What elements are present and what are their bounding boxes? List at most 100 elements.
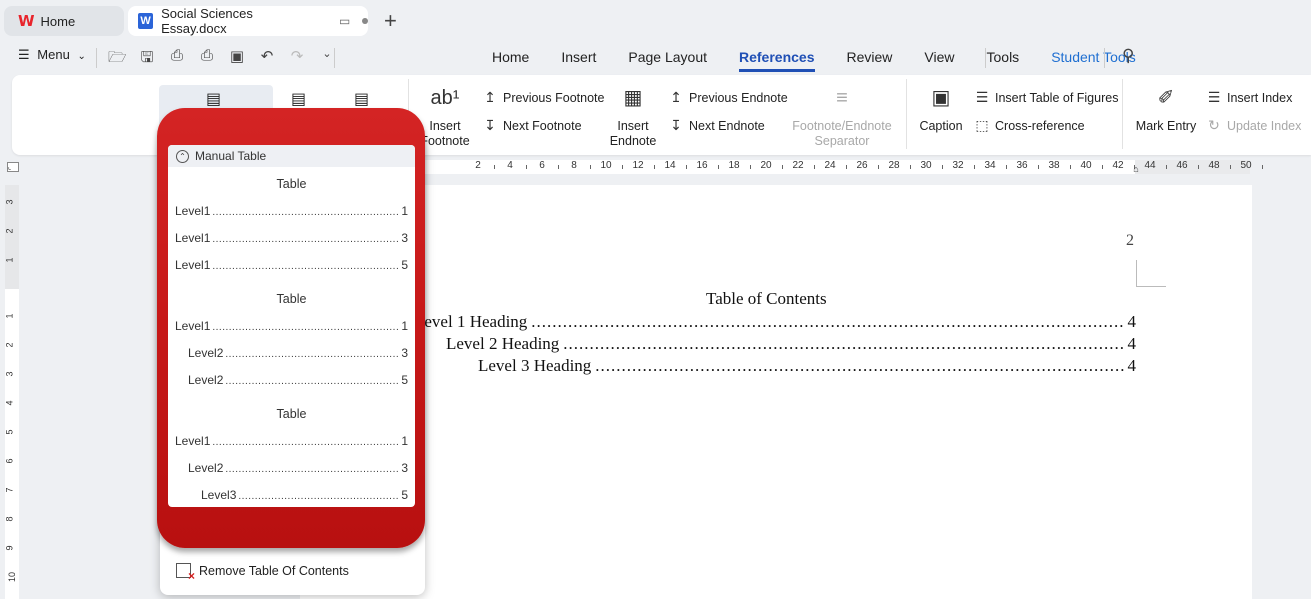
manual-table-header: ⌃ Manual Table: [168, 145, 415, 167]
page-number: 2: [1126, 232, 1134, 249]
ruler-tick: [1198, 165, 1199, 169]
toc-leader: [531, 312, 1123, 332]
toc-style-option-entry[interactable]: Level1 1: [175, 434, 408, 448]
print-icon[interactable]: ⎙: [198, 47, 216, 72]
tab-view[interactable]: View: [924, 49, 954, 72]
manual-table-label: Manual Table: [195, 149, 267, 163]
toc-line-level-3[interactable]: Level 3 Heading 4: [478, 356, 1136, 376]
redo-icon[interactable]: ↷: [288, 47, 306, 72]
search-icon[interactable]: ⚲: [1122, 46, 1134, 66]
text-level-icon[interactable]: ▤: [291, 89, 306, 109]
entry-label: Level1: [175, 204, 211, 218]
ruler-tick: [1070, 165, 1071, 169]
caption-button[interactable]: ▣ Caption: [918, 88, 964, 134]
menu-button[interactable]: ☰ Menu ⌄: [18, 47, 86, 63]
toc-style-option-entry[interactable]: Level2 3: [188, 461, 408, 475]
document-page[interactable]: 2 Table of Contents Level 1 Heading 4 Le…: [300, 185, 1252, 599]
menu-row: ☰ Menu ⌄ 🗁 🖫 ⎙ ⎙ ▣ ↶ ↷ ⌄ Home Insert Pag…: [0, 42, 1311, 72]
toc-style-option-entry[interactable]: Level2 5: [188, 373, 408, 387]
toc-style-option-entry[interactable]: Level3 5: [201, 488, 408, 502]
tab-tools[interactable]: Tools: [987, 49, 1020, 72]
update-table-icon[interactable]: ▤: [354, 89, 369, 109]
right-indent-marker-icon[interactable]: ⌂: [1133, 164, 1138, 174]
ruler-tick-label: 3: [4, 199, 15, 205]
tab-home[interactable]: W Home: [4, 6, 124, 36]
previous-endnote-button[interactable]: ↥ Previous Endnote: [668, 89, 788, 106]
next-footnote-label: Next Footnote: [503, 118, 582, 133]
insert-index-button[interactable]: ☰ Insert Index: [1206, 89, 1293, 106]
entry-page: 1: [401, 319, 408, 333]
divider: [334, 48, 335, 68]
toc-style-option-entry[interactable]: Level1 5: [175, 258, 408, 272]
insert-table-of-figures-button[interactable]: ☰ Insert Table of Figures: [974, 89, 1119, 106]
ruler-corner-tab-selector[interactable]: ⌞: [7, 162, 19, 172]
tab-page-layout[interactable]: Page Layout: [628, 49, 707, 72]
update-index-button[interactable]: ↻ Update Index: [1206, 117, 1301, 134]
table-of-contents-icon[interactable]: ▤: [206, 89, 221, 109]
cross-reference-button[interactable]: ⬚ Cross-reference: [974, 117, 1084, 134]
ruler-tick-label: 26: [856, 160, 868, 171]
tab-home-ribbon[interactable]: Home: [492, 49, 529, 72]
toc-line-level-1[interactable]: Level 1 Heading 4: [414, 312, 1136, 332]
monitor-icon[interactable]: ▭: [339, 14, 350, 28]
insert-endnote-button[interactable]: ▦ Insert Endnote: [608, 88, 658, 149]
entry-page: 5: [401, 488, 408, 502]
open-folder-icon[interactable]: 🗁: [108, 47, 127, 72]
ruler-tick: [1230, 165, 1231, 169]
entry-page: 1: [401, 204, 408, 218]
ruler-tick-label: 20: [760, 160, 772, 171]
previous-endnote-icon: ↥: [670, 89, 682, 105]
new-tab-button[interactable]: +: [384, 8, 397, 34]
ruler-tick-label: 30: [920, 160, 932, 171]
next-footnote-button[interactable]: ↧ Next Footnote: [482, 117, 582, 134]
toc-style-option-entry[interactable]: Level1 3: [175, 231, 408, 245]
entry-label: Level1: [175, 258, 211, 272]
footnote-separator-button[interactable]: ≡ Footnote/Endnote Separator: [790, 88, 894, 149]
divider: [1104, 48, 1105, 68]
mark-entry-button[interactable]: ✐ Mark Entry: [1134, 87, 1198, 134]
tab-insert[interactable]: Insert: [561, 49, 596, 72]
tab-document[interactable]: W Social Sciences Essay.docx ▭: [128, 6, 369, 36]
ruler-tick-label: 3: [4, 371, 15, 377]
ruler-tick-label: 50: [1240, 160, 1252, 171]
undo-icon[interactable]: ↶: [258, 47, 276, 72]
unsaved-dot-icon[interactable]: [362, 18, 369, 24]
update-index-icon: ↻: [1208, 117, 1220, 133]
entry-page: 5: [401, 373, 408, 387]
vertical-ruler[interactable]: 3 2 1 1 2 3 4 5 6 7 8 9 10: [5, 185, 19, 599]
toc-line-page: 4: [1127, 356, 1137, 375]
divider: [985, 48, 986, 68]
ruler-tick: [782, 165, 783, 169]
entry-leader: [212, 322, 399, 333]
save-icon[interactable]: 🖫: [138, 47, 156, 72]
insert-footnote-button[interactable]: ab¹ Insert Footnote: [420, 87, 470, 149]
footnote-icon: ab¹: [430, 87, 460, 109]
toc-style-option-entry[interactable]: Level1 1: [175, 204, 408, 218]
previous-footnote-label: Previous Footnote: [503, 90, 605, 105]
toc-style-option-entry[interactable]: Level2 3: [188, 346, 408, 360]
next-endnote-label: Next Endnote: [689, 118, 765, 133]
ruler-tick: [1262, 165, 1263, 169]
ruler-tick-label: 42: [1112, 160, 1124, 171]
previous-footnote-button[interactable]: ↥ Previous Footnote: [482, 89, 604, 106]
entry-label: Level2: [188, 373, 224, 387]
insert-table-of-figures-label: Insert Table of Figures: [995, 90, 1119, 105]
toc-style-option-title[interactable]: Table: [168, 292, 415, 306]
ruler-tick: [590, 165, 591, 169]
tab-references[interactable]: References: [739, 49, 815, 72]
ruler-tick-label: 38: [1048, 160, 1060, 171]
ruler-tick-label: 32: [952, 160, 964, 171]
toc-style-option-title[interactable]: Table: [168, 407, 415, 421]
toc-line-level-2[interactable]: Level 2 Heading 4: [446, 334, 1136, 354]
export-icon[interactable]: ⎙: [168, 47, 186, 72]
ruler-tick-label: 2: [4, 342, 15, 348]
next-endnote-button[interactable]: ↧ Next Endnote: [668, 117, 765, 134]
mark-entry-icon: ✐: [1157, 87, 1175, 109]
print-preview-icon[interactable]: ▣: [228, 47, 246, 72]
horizontal-ruler[interactable]: 2 4 6 8 10 12 14 16 18 20 22 24 26 28 30 32 34 36 38 40 42 44…: [410, 160, 1263, 174]
toc-style-option-entry[interactable]: Level1 1: [175, 319, 408, 333]
toc-style-option-title[interactable]: Table: [168, 177, 415, 191]
remove-table-of-contents-button[interactable]: Remove Table Of Contents: [176, 563, 349, 583]
tab-review[interactable]: Review: [847, 49, 893, 72]
entry-page: 3: [401, 231, 408, 245]
